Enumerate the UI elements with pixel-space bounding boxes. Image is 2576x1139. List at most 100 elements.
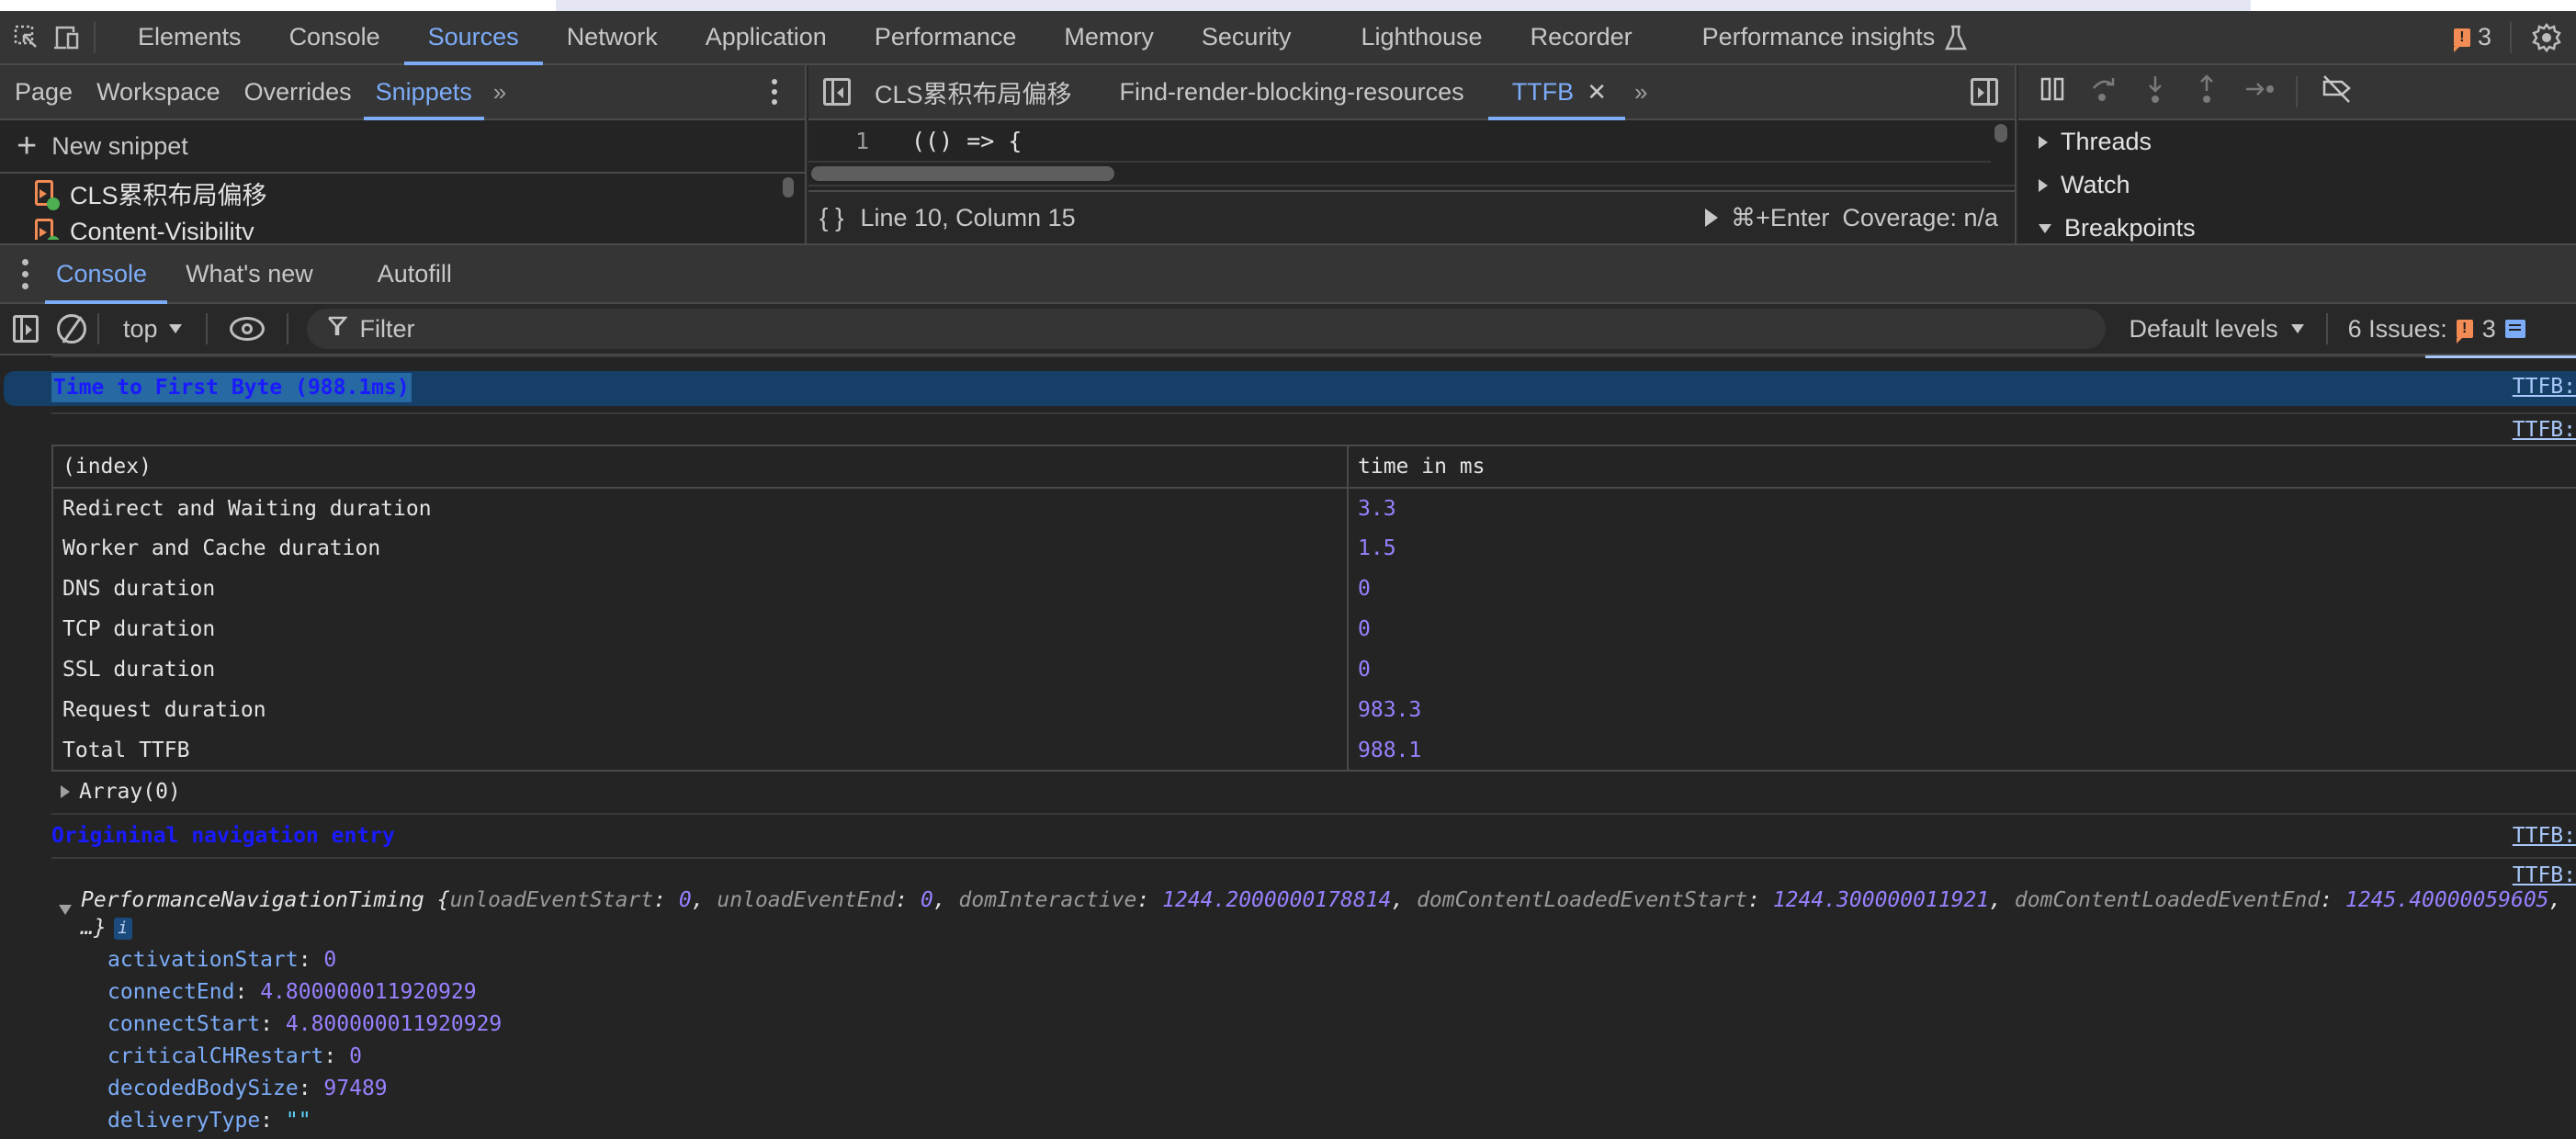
warning-issue-icon: ! (2453, 28, 2470, 52)
property-row[interactable]: connectStart: 4.800000011920929 (107, 1009, 502, 1041)
info-icon[interactable]: i (113, 917, 132, 940)
nav-tab-workspace[interactable]: Workspace (85, 65, 232, 118)
property-row[interactable]: criticalCHRestart: 0 (107, 1041, 502, 1073)
step-out-icon[interactable] (2193, 73, 2220, 110)
navigator-tabs: Page Workspace Overrides Snippets » (0, 65, 805, 120)
drawer-tab-autofill[interactable]: Autofill (359, 245, 470, 302)
filter-input[interactable] (359, 314, 2014, 344)
tab-console[interactable]: Console (266, 11, 404, 63)
snippet-item[interactable]: Content-Visibility (0, 212, 805, 240)
issues-count: 3 (2477, 23, 2491, 51)
property-key: connectStart (107, 1012, 261, 1036)
debugger-sidebar: Threads Watch Breakpoints (2018, 65, 2576, 243)
snippet-file-icon (35, 219, 60, 240)
column-header-time[interactable]: time in ms (1348, 445, 2576, 489)
row-value: 983.3 (1358, 698, 1422, 722)
cursor-position: Line 10, Column 15 (860, 203, 1076, 231)
preview-value: 1244.2000000178814 (1162, 888, 1392, 912)
context-selector[interactable]: top (110, 315, 195, 344)
step-icon[interactable] (2244, 78, 2274, 107)
flask-icon (1945, 25, 1968, 50)
toolbar-divider (2325, 313, 2328, 344)
snippet-file-icon (35, 180, 60, 210)
tab-memory[interactable]: Memory (1040, 11, 1178, 63)
clear-console-icon[interactable] (57, 314, 86, 344)
property-value: "" (285, 1109, 311, 1133)
pause-icon[interactable] (2039, 76, 2066, 108)
editor-tab-label: TTFB (1511, 77, 1575, 106)
horizontal-scrollbar[interactable] (808, 163, 2015, 186)
toolbar-divider (2296, 76, 2298, 107)
deactivate-breakpoints-icon[interactable] (2322, 74, 2351, 110)
scrollbar-thumb[interactable] (811, 166, 1114, 181)
editor-tab[interactable]: CLS累积布局偏移 (851, 65, 1096, 118)
editor-tab-active[interactable]: TTFB ✕ (1487, 65, 1626, 120)
property-row[interactable]: activationStart: 0 (107, 944, 502, 976)
source-link[interactable]: TTFB: (2513, 375, 2576, 399)
console-sidebar-toggle-icon[interactable] (13, 315, 39, 343)
threads-section[interactable]: Threads (2018, 120, 2576, 164)
log-separator (51, 857, 2576, 859)
object-preview[interactable]: PerformanceNavigationTiming {unloadEvent… (33, 886, 2576, 942)
code-line[interactable]: 1 (() => { (808, 120, 1991, 163)
tab-network[interactable]: Network (543, 11, 682, 63)
issues-counter[interactable]: ! 3 (2453, 23, 2491, 52)
live-expression-eye-icon[interactable] (229, 317, 265, 341)
code-editor: CLS累积布局偏移 Find-render-blocking-resources… (808, 65, 2017, 243)
pretty-print-icon[interactable]: { } (819, 203, 843, 232)
tab-sources[interactable]: Sources (403, 11, 543, 65)
row-index: Request duration (52, 690, 1349, 730)
tab-elements[interactable]: Elements (114, 11, 266, 63)
watch-section[interactable]: Watch (2018, 164, 2576, 207)
close-tab-icon[interactable]: ✕ (1587, 78, 1607, 107)
run-snippet-button[interactable]: ⌘+Enter (1705, 204, 1829, 232)
drawer-tab-whats-new[interactable]: What's new (167, 245, 359, 302)
toggle-debugger-icon[interactable] (1971, 78, 1998, 106)
source-link[interactable]: TTFB: (2513, 863, 2576, 887)
tab-performance-insights[interactable]: Performance insights (1678, 11, 1993, 63)
source-link[interactable]: TTFB: (2513, 824, 2576, 848)
console-output: Time to First Byte (988.1ms) TTFB: TTFB:… (0, 355, 2576, 1139)
more-tabs-chevron-icon[interactable]: » (484, 78, 515, 107)
toolbar-divider (97, 313, 99, 344)
log-levels-dropdown[interactable]: Default levels (2130, 315, 2304, 344)
property-value: 0 (349, 1044, 362, 1068)
issues-summary[interactable]: 6 Issues: ! 3 (2348, 315, 2525, 344)
tab-application[interactable]: Application (682, 11, 851, 63)
property-row[interactable]: decodedBodySize: 97489 (107, 1073, 502, 1105)
tab-security[interactable]: Security (1178, 11, 1338, 63)
more-tabs-chevron-icon[interactable]: » (1625, 78, 1656, 107)
tab-lighthouse[interactable]: Lighthouse (1337, 11, 1506, 63)
array-expander[interactable]: Array(0) (61, 780, 181, 804)
property-key: connectEnd (107, 980, 235, 1004)
drawer-menu-icon[interactable] (22, 258, 28, 289)
step-into-icon[interactable] (2141, 74, 2169, 110)
step-over-icon[interactable] (2090, 75, 2118, 109)
property-row[interactable]: connectEnd: 4.800000011920929 (107, 976, 502, 1009)
more-options-icon[interactable] (772, 79, 777, 105)
new-snippet-button[interactable]: + New snippet (0, 120, 805, 174)
table-row: DNS duration 0 (52, 569, 2576, 609)
toggle-navigator-icon[interactable] (823, 78, 851, 106)
property-row[interactable]: deliveryType: "" (107, 1105, 502, 1137)
device-toolbar-icon[interactable] (53, 24, 81, 51)
filter-box[interactable] (306, 309, 2106, 349)
snippet-item[interactable]: CLS累积布局偏移 (0, 174, 805, 212)
column-header-index[interactable]: (index) (52, 445, 1349, 489)
row-value: 1.5 (1358, 536, 1396, 560)
drawer-tab-console[interactable]: Console (45, 245, 168, 304)
nav-tab-snippets[interactable]: Snippets (363, 65, 484, 120)
property-key: activationStart (107, 948, 299, 972)
navigator-scrollbar[interactable] (783, 177, 794, 197)
tab-recorder[interactable]: Recorder (1507, 11, 1678, 63)
nav-tab-overrides[interactable]: Overrides (232, 65, 364, 118)
tab-performance[interactable]: Performance (851, 11, 1041, 63)
row-value: 0 (1358, 658, 1371, 682)
nav-tab-page[interactable]: Page (0, 65, 85, 118)
inspect-element-icon[interactable] (13, 24, 40, 51)
vertical-scrollbar-thumb[interactable] (1994, 124, 2007, 142)
settings-gear-icon[interactable] (2532, 22, 2561, 52)
console-message-selected[interactable]: Time to First Byte (988.1ms) TTFB: (4, 371, 2576, 406)
editor-tab[interactable]: Find-render-blocking-resources (1096, 65, 1488, 118)
source-link[interactable]: TTFB: (2513, 418, 2576, 442)
